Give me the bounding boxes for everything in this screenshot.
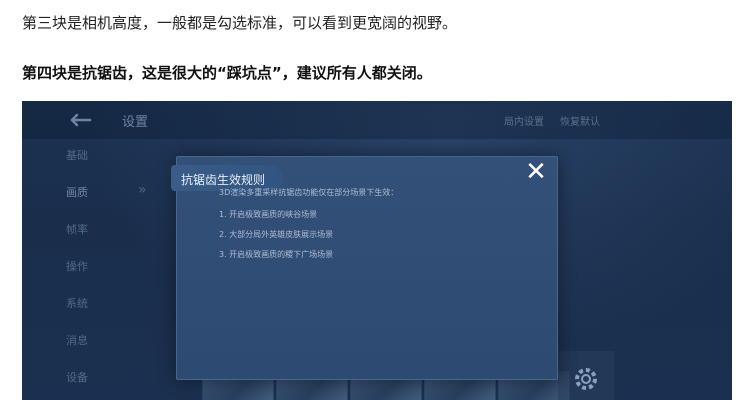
side-nav-messages[interactable]: 消息 xyxy=(66,332,88,348)
gear-icon xyxy=(575,368,597,390)
antialiasing-rules-dialog: 抗锯齿生效规则 ✕ 3D渲染多重采样抗锯齿功能仅在部分场景下生效： 1. 开启极… xyxy=(171,156,558,380)
side-nav-system[interactable]: 系统 xyxy=(66,295,88,311)
dialog-title: 抗锯齿生效规则 xyxy=(181,173,266,187)
back-arrow-icon[interactable] xyxy=(68,111,94,129)
side-nav-basic[interactable]: 基础 xyxy=(66,147,88,163)
settings-header: 设置 局内设置 恢复默认 xyxy=(22,101,732,139)
side-nav-framerate[interactable]: 帧率 xyxy=(66,221,88,237)
side-nav-graphics[interactable]: 画质 xyxy=(66,184,88,200)
close-icon[interactable]: ✕ xyxy=(523,159,549,185)
dialog-rule-3: 3. 开启极致画质的稷下广场场景 xyxy=(219,250,334,259)
in-game-settings-link[interactable]: 局内设置 xyxy=(504,113,544,128)
game-settings-screenshot: 设置 局内设置 恢复默认 基础 画质 帧率 操作 系统 消息 设备 » 抗锯齿生… xyxy=(22,101,732,400)
dialog-rule-2: 2. 大部分局外英雄皮肤展示场景 xyxy=(219,230,334,239)
quick-settings-button[interactable] xyxy=(558,351,614,400)
article-paragraph-camera: 第三块是相机高度，一般都是勾选标准，可以看到更宽阔的视野。 xyxy=(22,14,458,32)
settings-title: 设置 xyxy=(122,115,149,130)
restore-defaults-link[interactable]: 恢复默认 xyxy=(560,113,600,128)
active-nav-arrow-icon: » xyxy=(138,182,147,198)
side-nav-controls[interactable]: 操作 xyxy=(66,258,88,274)
side-nav-device[interactable]: 设备 xyxy=(66,369,88,385)
dialog-rule-1: 1. 开启极致画质的峡谷场景 xyxy=(219,210,318,219)
dialog-intro-text: 3D渲染多重采样抗锯齿功能仅在部分场景下生效： xyxy=(219,188,399,197)
article-paragraph-antialiasing: 第四块是抗锯齿，这是很大的“踩坑点”，建议所有人都关闭。 xyxy=(22,64,432,82)
